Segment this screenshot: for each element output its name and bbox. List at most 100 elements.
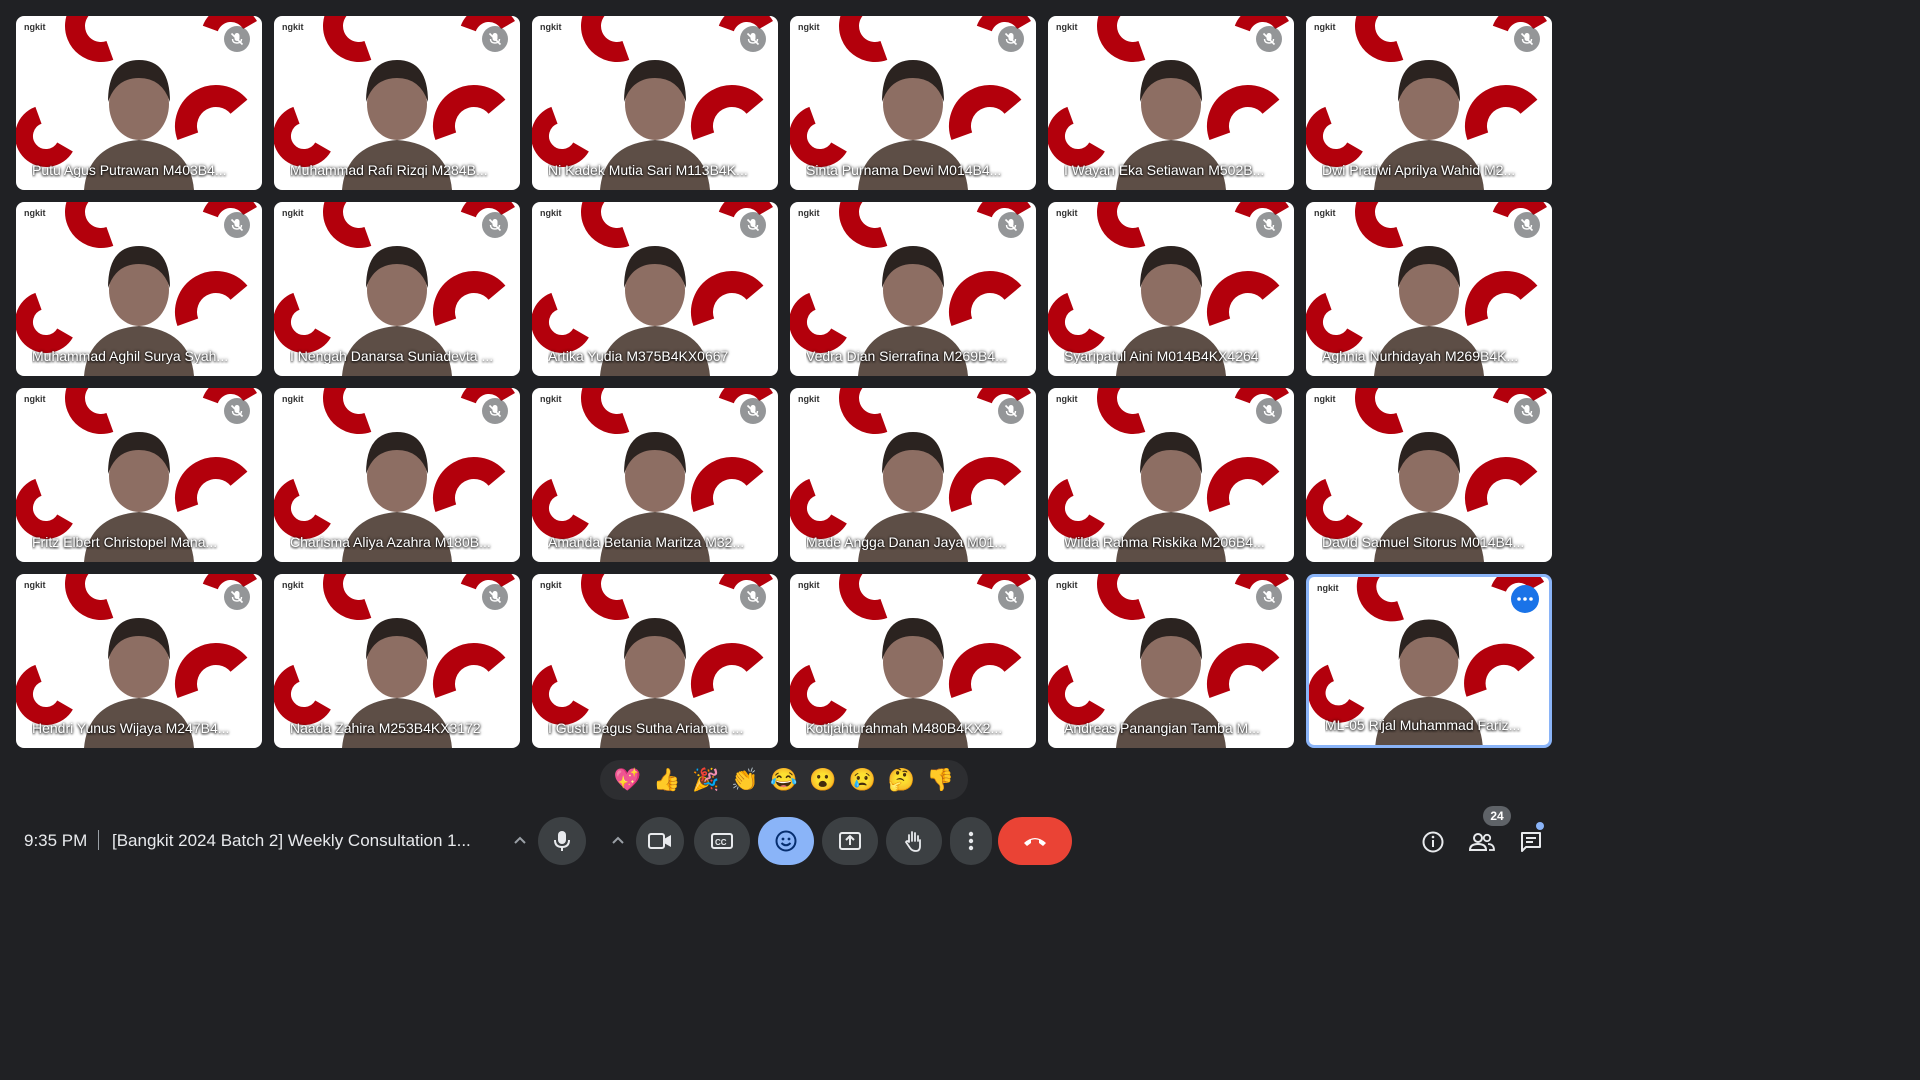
- mic-off-indicator: [1514, 212, 1540, 238]
- mic-off-indicator: [224, 584, 250, 610]
- mic-off-icon: [488, 590, 502, 604]
- participant-tile[interactable]: ngkit ML-05 Rijal Muhammad Fariz...: [1306, 574, 1552, 748]
- mic-off-indicator: [224, 212, 250, 238]
- reaction-emoji[interactable]: 😂: [770, 769, 797, 791]
- mic-off-icon: [488, 32, 502, 46]
- background-logo-text: ngkit: [540, 394, 562, 404]
- mic-icon: [554, 831, 570, 851]
- mic-off-icon: [230, 32, 244, 46]
- meeting-title: [Bangkit 2024 Batch 2] Weekly Consultati…: [112, 831, 471, 850]
- background-logo-text: ngkit: [282, 394, 304, 404]
- participant-tile[interactable]: ngkit I Wayan Eka Setiawan M502B...: [1048, 16, 1294, 190]
- more-options-button[interactable]: [950, 817, 992, 865]
- participant-tile[interactable]: ngkit Aghnia Nurhidayah M269B4K...: [1306, 202, 1552, 376]
- participant-name: Muhammad Aghil Surya Syah...: [32, 348, 229, 364]
- background-logo-text: ngkit: [282, 22, 304, 32]
- participant-name: Artika Yudia M375B4KX0667: [548, 348, 729, 364]
- chat-button[interactable]: [1511, 822, 1551, 862]
- mic-off-icon: [230, 590, 244, 604]
- mic-off-icon: [1004, 218, 1018, 232]
- mic-off-icon: [1004, 404, 1018, 418]
- reaction-emoji[interactable]: 🎉: [692, 769, 719, 791]
- participant-tile[interactable]: ngkit Muhammad Aghil Surya Syah...: [16, 202, 262, 376]
- mic-off-icon: [1262, 404, 1276, 418]
- leave-call-button[interactable]: [998, 817, 1072, 865]
- participant-tile[interactable]: ngkit Dwi Pratiwi Aprilya Wahid M2...: [1306, 16, 1552, 190]
- people-button[interactable]: [1462, 822, 1502, 862]
- audio-options-button[interactable]: [498, 817, 542, 865]
- participant-tile[interactable]: ngkit Muhammad Rafi Rizqi M284B...: [274, 16, 520, 190]
- background-logo-text: ngkit: [1056, 580, 1078, 590]
- mic-button[interactable]: [538, 817, 586, 865]
- mic-off-indicator: [1514, 398, 1540, 424]
- meeting-details-button[interactable]: [1413, 822, 1453, 862]
- mic-off-icon: [488, 404, 502, 418]
- participant-tile[interactable]: ngkit Kotijahturahmah M480B4KX2...: [790, 574, 1036, 748]
- video-options-button[interactable]: [596, 817, 640, 865]
- participant-tile[interactable]: ngkit Wilda Rahma Riskika M206B4...: [1048, 388, 1294, 562]
- participant-tile[interactable]: ngkit Ni Kadek Mutia Sari M113B4K...: [532, 16, 778, 190]
- raise-hand-button[interactable]: [886, 817, 942, 865]
- reaction-emoji[interactable]: 🤔: [888, 769, 915, 791]
- mic-off-indicator: [998, 584, 1024, 610]
- mic-off-icon: [230, 404, 244, 418]
- mic-off-indicator: [740, 584, 766, 610]
- participant-name: I Nengah Danarsa Suniadevta ...: [290, 348, 494, 364]
- background-logo-text: ngkit: [798, 208, 820, 218]
- background-logo-text: ngkit: [540, 580, 562, 590]
- participant-tile[interactable]: ngkit Hendri Yunus Wijaya M247B4...: [16, 574, 262, 748]
- background-logo-text: ngkit: [282, 208, 304, 218]
- mic-off-icon: [1520, 32, 1534, 46]
- captions-button[interactable]: CC: [694, 817, 750, 865]
- participant-name: Syaripatul Aini M014B4KX4264: [1064, 348, 1259, 364]
- participant-count-badge: 24: [1483, 806, 1511, 826]
- participant-tile[interactable]: ngkit Sinta Purnama Dewi M014B4...: [790, 16, 1036, 190]
- participant-tile[interactable]: ngkit Vedra Dian Sierrafina M269B4...: [790, 202, 1036, 376]
- participant-tile[interactable]: ngkit Artika Yudia M375B4KX0667: [532, 202, 778, 376]
- participant-tile[interactable]: ngkit Putu Agus Putrawan M403B4...: [16, 16, 262, 190]
- mic-off-indicator: [1256, 584, 1282, 610]
- mic-off-icon: [1004, 32, 1018, 46]
- mic-off-indicator: [1256, 26, 1282, 52]
- participant-tile[interactable]: ngkit Amanda Betania Maritza M32...: [532, 388, 778, 562]
- participant-tile[interactable]: ngkit I Nengah Danarsa Suniadevta ...: [274, 202, 520, 376]
- participant-tile[interactable]: ngkit David Samuel Sitorus M014B4...: [1306, 388, 1552, 562]
- reaction-emoji[interactable]: 👍: [653, 769, 680, 791]
- reaction-emoji[interactable]: 😮: [809, 769, 836, 791]
- mic-off-indicator: [482, 584, 508, 610]
- mic-off-icon: [1262, 32, 1276, 46]
- reactions-button[interactable]: [758, 817, 814, 865]
- participant-tile[interactable]: ngkit Fritz Elbert Christopel Mana...: [16, 388, 262, 562]
- emoji-icon: [775, 830, 797, 852]
- background-logo-text: ngkit: [798, 394, 820, 404]
- chat-icon: [1521, 832, 1541, 852]
- participant-name: Dwi Pratiwi Aprilya Wahid M2...: [1322, 162, 1516, 178]
- background-logo-text: ngkit: [1317, 583, 1339, 593]
- reaction-emoji[interactable]: 👏: [731, 769, 758, 791]
- tile-more-button[interactable]: [1511, 585, 1539, 613]
- mic-off-icon: [488, 218, 502, 232]
- mic-off-indicator: [998, 26, 1024, 52]
- participant-tile[interactable]: ngkit Made Angga Danan Jaya M01...: [790, 388, 1036, 562]
- mic-off-indicator: [740, 398, 766, 424]
- mic-off-indicator: [482, 398, 508, 424]
- present-button[interactable]: [822, 817, 878, 865]
- more-vert-icon: [968, 831, 974, 851]
- participant-tile[interactable]: ngkit I Gusti Bagus Sutha Arianata ...: [532, 574, 778, 748]
- background-logo-text: ngkit: [798, 580, 820, 590]
- mic-off-indicator: [482, 26, 508, 52]
- people-icon: [1469, 833, 1495, 851]
- participant-name: Kotijahturahmah M480B4KX2...: [806, 720, 1003, 736]
- camera-button[interactable]: [636, 817, 684, 865]
- background-logo-text: ngkit: [1056, 22, 1078, 32]
- svg-text:CC: CC: [715, 838, 727, 847]
- background-logo-text: ngkit: [540, 22, 562, 32]
- participant-tile[interactable]: ngkit Charisma Aliya Azahra M180B...: [274, 388, 520, 562]
- participant-tile[interactable]: ngkit Andreas Panangian Tamba M...: [1048, 574, 1294, 748]
- participant-tile[interactable]: ngkit Syaripatul Aini M014B4KX4264: [1048, 202, 1294, 376]
- reaction-emoji[interactable]: 💖: [614, 769, 641, 791]
- participant-tile[interactable]: ngkit Naada Zahira M253B4KX3172: [274, 574, 520, 748]
- mic-off-indicator: [740, 26, 766, 52]
- reaction-emoji[interactable]: 😢: [849, 769, 876, 791]
- reaction-emoji[interactable]: 👎: [927, 769, 954, 791]
